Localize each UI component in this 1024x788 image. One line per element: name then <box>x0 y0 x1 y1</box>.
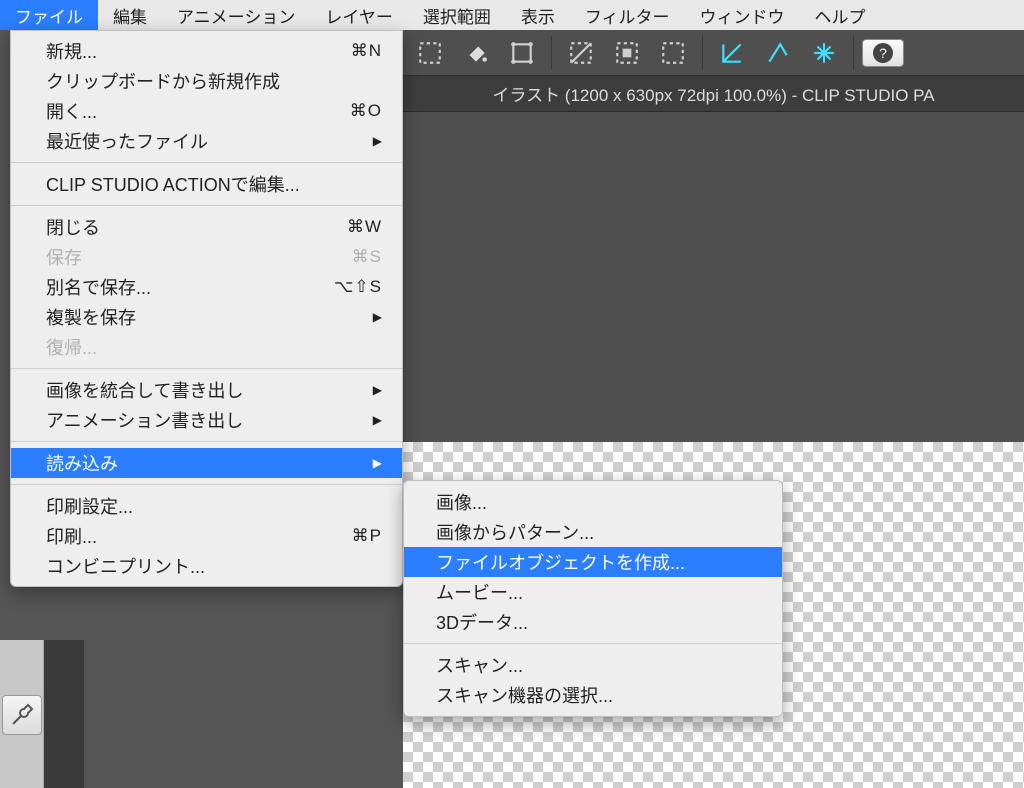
menu-item-shortcut: ⌘O <box>350 101 382 121</box>
import-submenu-item-4[interactable]: 3Dデータ... <box>404 607 782 637</box>
submenu-arrow-icon: ▶ <box>373 310 382 324</box>
menu-item-label: 印刷設定... <box>46 493 133 519</box>
file-menu-item-9[interactable]: 別名で保存... ⌥⇧S <box>11 272 402 302</box>
import-submenu-item-1[interactable]: 画像からパターン... <box>404 517 782 547</box>
menu-item-label: ファイルオブジェクトを作成... <box>436 549 685 575</box>
import-submenu-item-6[interactable]: スキャン... <box>404 650 782 680</box>
file-menu-item-8: 保存 ⌘S <box>11 242 402 272</box>
menu-item-label: 復帰... <box>46 334 97 360</box>
menu-selection[interactable]: 選択範囲 <box>408 0 506 30</box>
wrench-tool-icon[interactable] <box>2 695 42 735</box>
menu-item-label: 3Dデータ... <box>436 609 528 635</box>
file-menu-item-2[interactable]: 開く... ⌘O <box>11 96 402 126</box>
menu-item-label: 読み込み <box>46 450 118 476</box>
toolbar-separator <box>551 36 552 70</box>
toolbar-separator <box>702 36 703 70</box>
file-menu-item-5[interactable]: CLIP STUDIO ACTIONで編集... <box>11 169 402 199</box>
menu-item-label: 開く... <box>46 98 97 124</box>
menu-item-shortcut: ⌘P <box>352 526 382 546</box>
file-dropdown: 新規... ⌘N クリップボードから新規作成開く... ⌘O 最近使ったファイル ▶ CLI… <box>10 30 403 587</box>
menu-item-shortcut: ⌥⇧S <box>334 277 382 297</box>
file-menu-item-3[interactable]: 最近使ったファイル ▶ <box>11 126 402 156</box>
tool-fill-icon[interactable] <box>455 36 497 70</box>
menu-item-label: 別名で保存... <box>46 274 151 300</box>
file-menu-item-18[interactable]: 印刷設定... <box>11 491 402 521</box>
file-menu-item-1[interactable]: クリップボードから新規作成 <box>11 66 402 96</box>
menu-filter[interactable]: フィルター <box>570 0 685 30</box>
file-menu-item-20[interactable]: コンビニプリント... <box>11 551 402 581</box>
file-menu-item-11: 復帰... <box>11 332 402 362</box>
menu-item-label: クリップボードから新規作成 <box>46 68 280 94</box>
file-menu-item-14[interactable]: アニメーション書き出し ▶ <box>11 405 402 435</box>
left-sidebar <box>0 640 44 788</box>
left-panel-strip <box>44 640 84 788</box>
import-submenu: 画像... 画像からパターン... ファイルオブジェクトを作成... ムービー... 3… <box>403 480 783 717</box>
menu-item-label: 最近使ったファイル <box>46 128 208 154</box>
menu-item-label: 印刷... <box>46 523 97 549</box>
menu-item-label: アニメーション書き出し <box>46 407 243 433</box>
menu-item-label: 新規... <box>46 38 97 64</box>
toolbar: ? <box>403 30 1024 76</box>
file-menu-item-7[interactable]: 閉じる ⌘W <box>11 212 402 242</box>
file-menu-item-0[interactable]: 新規... ⌘N <box>11 36 402 66</box>
help-button[interactable]: ? <box>862 39 904 67</box>
import-submenu-item-2[interactable]: ファイルオブジェクトを作成... <box>404 547 782 577</box>
menu-item-label: ムービー... <box>436 579 523 605</box>
submenu-arrow-icon: ▶ <box>373 413 382 427</box>
menu-item-label: 閉じる <box>46 214 100 240</box>
menu-item-label: 画像からパターン... <box>436 519 594 545</box>
menu-layer[interactable]: レイヤー <box>310 0 408 30</box>
document-title: イラスト (1200 x 630px 72dpi 100.0%) - CLIP … <box>403 76 1024 112</box>
toolbar-separator <box>853 36 854 70</box>
menu-edit[interactable]: 編集 <box>98 0 162 30</box>
menu-item-shortcut: ⌘S <box>352 247 382 267</box>
file-menu-item-10[interactable]: 複製を保存 ▶ <box>11 302 402 332</box>
menu-animation[interactable]: アニメーション <box>162 0 310 30</box>
submenu-arrow-icon: ▶ <box>373 134 382 148</box>
tool-snap1-icon[interactable] <box>711 36 753 70</box>
submenu-arrow-icon: ▶ <box>373 456 382 470</box>
tool-snap2-icon[interactable] <box>757 36 799 70</box>
menu-help[interactable]: ヘルプ <box>800 0 881 30</box>
menu-item-label: スキャン... <box>436 652 523 678</box>
menu-window[interactable]: ウィンドウ <box>685 0 800 30</box>
tool-transform-icon[interactable] <box>501 36 543 70</box>
menubar: ファイル 編集 アニメーション レイヤー 選択範囲 表示 フィルター ウィンドウ… <box>0 0 1024 30</box>
tool-deselect-icon[interactable] <box>560 36 602 70</box>
import-submenu-item-0[interactable]: 画像... <box>404 487 782 517</box>
menu-file[interactable]: ファイル <box>0 0 98 30</box>
menu-item-shortcut: ⌘W <box>347 217 382 237</box>
menu-item-label: 画像を統合して書き出し <box>46 377 243 403</box>
menu-item-label: 保存 <box>46 244 82 270</box>
menu-item-label: 複製を保存 <box>46 304 136 330</box>
tool-marquee-icon[interactable] <box>409 36 451 70</box>
tool-snap3-icon[interactable] <box>803 36 845 70</box>
menu-item-label: 画像... <box>436 489 487 515</box>
file-menu-separator <box>11 368 402 369</box>
menu-view[interactable]: 表示 <box>506 0 570 30</box>
tool-border-icon[interactable] <box>652 36 694 70</box>
file-menu-item-16[interactable]: 読み込み ▶ <box>11 448 402 478</box>
tool-invert-icon[interactable] <box>606 36 648 70</box>
file-menu-separator <box>11 484 402 485</box>
menu-item-label: スキャン機器の選択... <box>436 682 613 708</box>
import-submenu-item-3[interactable]: ムービー... <box>404 577 782 607</box>
file-menu-item-13[interactable]: 画像を統合して書き出し ▶ <box>11 375 402 405</box>
file-menu-separator <box>11 205 402 206</box>
import-submenu-item-7[interactable]: スキャン機器の選択... <box>404 680 782 710</box>
menu-item-label: コンビニプリント... <box>46 553 205 579</box>
file-menu-separator <box>11 162 402 163</box>
submenu-arrow-icon: ▶ <box>373 383 382 397</box>
file-menu-separator <box>11 441 402 442</box>
menu-item-shortcut: ⌘N <box>351 41 382 61</box>
import-submenu-separator <box>404 643 782 644</box>
file-menu-item-19[interactable]: 印刷... ⌘P <box>11 521 402 551</box>
question-icon: ? <box>873 43 893 63</box>
menu-item-label: CLIP STUDIO ACTIONで編集... <box>46 171 300 197</box>
